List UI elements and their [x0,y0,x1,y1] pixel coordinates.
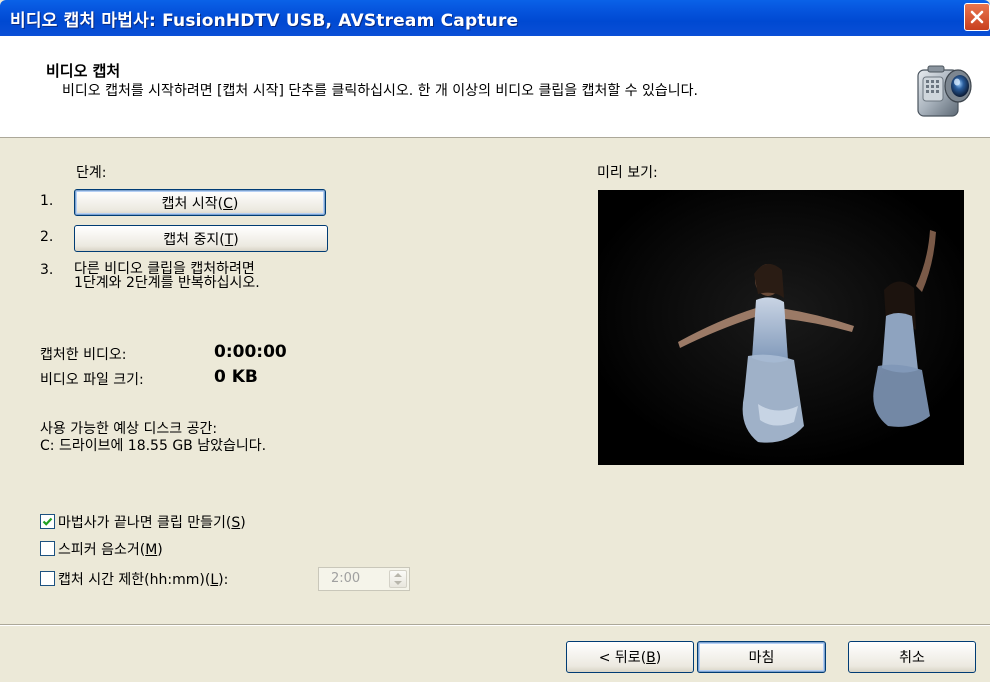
make-clips-label: 마법사가 끝나면 클립 만들기( [58,515,232,531]
disk-space-info: 사용 가능한 예상 디스크 공간: C: 드라이브에 18.55 GB 남았습니… [40,421,266,455]
close-button[interactable] [964,3,990,31]
header-description: 비디오 캡처를 시작하려면 [캡처 시작] 단추를 클릭하십시오. 한 개 이상… [62,83,698,99]
spinner-buttons[interactable] [389,570,407,588]
stop-capture-label-end: ) [233,231,239,248]
finish-button[interactable]: 마침 [697,641,826,673]
preview-frame [598,190,964,465]
close-icon [970,10,984,24]
video-camera-icon [917,65,972,117]
stop-capture-label: 캡처 중지( [163,231,225,248]
header-title: 비디오 캡처 [46,62,121,80]
video-capture-wizard-window: 비디오 캡처 마법사: FusionHDTV USB, AVStream Cap… [0,0,990,682]
title-bar[interactable]: 비디오 캡처 마법사: FusionHDTV USB, AVStream Cap… [0,0,990,36]
spinner-arrows-icon [394,573,402,585]
step-3-text: 다른 비디오 클립을 캡처하려면 1단계와 2단계를 반복하십시오. [74,262,260,290]
disk-space-value: C: 드라이브에 18.55 GB 남았습니다. [40,438,267,454]
time-limit-value: 2:00 [331,571,361,586]
start-capture-shortcut: C [223,195,233,212]
make-clips-shortcut: S [231,515,241,531]
preview-label: 미리 보기: [597,165,658,181]
captured-video-label: 캡처한 비디오: [40,347,127,363]
step-3-line-2: 1단계와 2단계를 반복하십시오. [74,275,260,291]
make-clips-option[interactable]: 마법사가 끝나면 클립 만들기(S) [40,512,246,532]
disk-space-label: 사용 가능한 예상 디스크 공간: [40,421,218,437]
cancel-button[interactable]: 취소 [848,641,976,673]
time-limit-spinner[interactable]: 2:00 [318,567,410,591]
mute-speaker-option[interactable]: 스피커 음소거(M) [40,539,163,559]
start-capture-label: 캡처 시작( [161,195,224,212]
capture-time-limit-label: 캡처 시간 제한(hh:mm)( [58,572,211,588]
window-title: 비디오 캡처 마법사: FusionHDTV USB, AVStream Cap… [10,11,519,31]
footer-divider [0,624,990,626]
mute-speaker-label-end: ) [157,542,163,558]
wizard-header: 비디오 캡처 비디오 캡처를 시작하려면 [캡처 시작] 단추를 클릭하십시오.… [0,36,990,138]
captured-video-value: 0:00:00 [214,342,287,362]
mute-speaker-label: 스피커 음소거( [58,542,146,558]
start-capture-button[interactable]: 캡처 시작(C) [74,189,326,216]
mute-speaker-checkbox[interactable] [40,541,55,556]
capture-time-limit-label-end: ): [218,572,229,588]
video-preview [598,190,964,465]
make-clips-checkbox[interactable] [40,514,55,529]
start-capture-label-end: ) [232,195,239,212]
file-size-value: 0 KB [214,367,258,387]
stop-capture-button[interactable]: 캡처 중지(T) [74,225,328,252]
stop-capture-shortcut: T [224,231,234,248]
capture-time-limit-option[interactable]: 캡처 시간 제한(hh:mm)(L): [40,569,228,589]
back-shortcut: B [646,650,656,666]
step-1-number: 1. [40,193,54,209]
back-button[interactable]: < 뒤로(B) [566,641,694,673]
checkmark-icon [42,517,53,526]
capture-time-limit-shortcut: L [210,572,219,588]
mute-speaker-shortcut: M [145,542,158,558]
step-2-number: 2. [40,229,54,245]
back-label-end: ) [655,650,662,666]
step-3-line-1: 다른 비디오 클립을 캡처하려면 [74,261,255,277]
back-label: < 뒤로( [598,650,647,666]
steps-label: 단계: [76,165,107,181]
step-3-number: 3. [40,262,54,278]
file-size-label: 비디오 파일 크기: [40,372,144,388]
capture-time-limit-checkbox[interactable] [40,571,55,586]
make-clips-label-end: ) [240,515,246,531]
